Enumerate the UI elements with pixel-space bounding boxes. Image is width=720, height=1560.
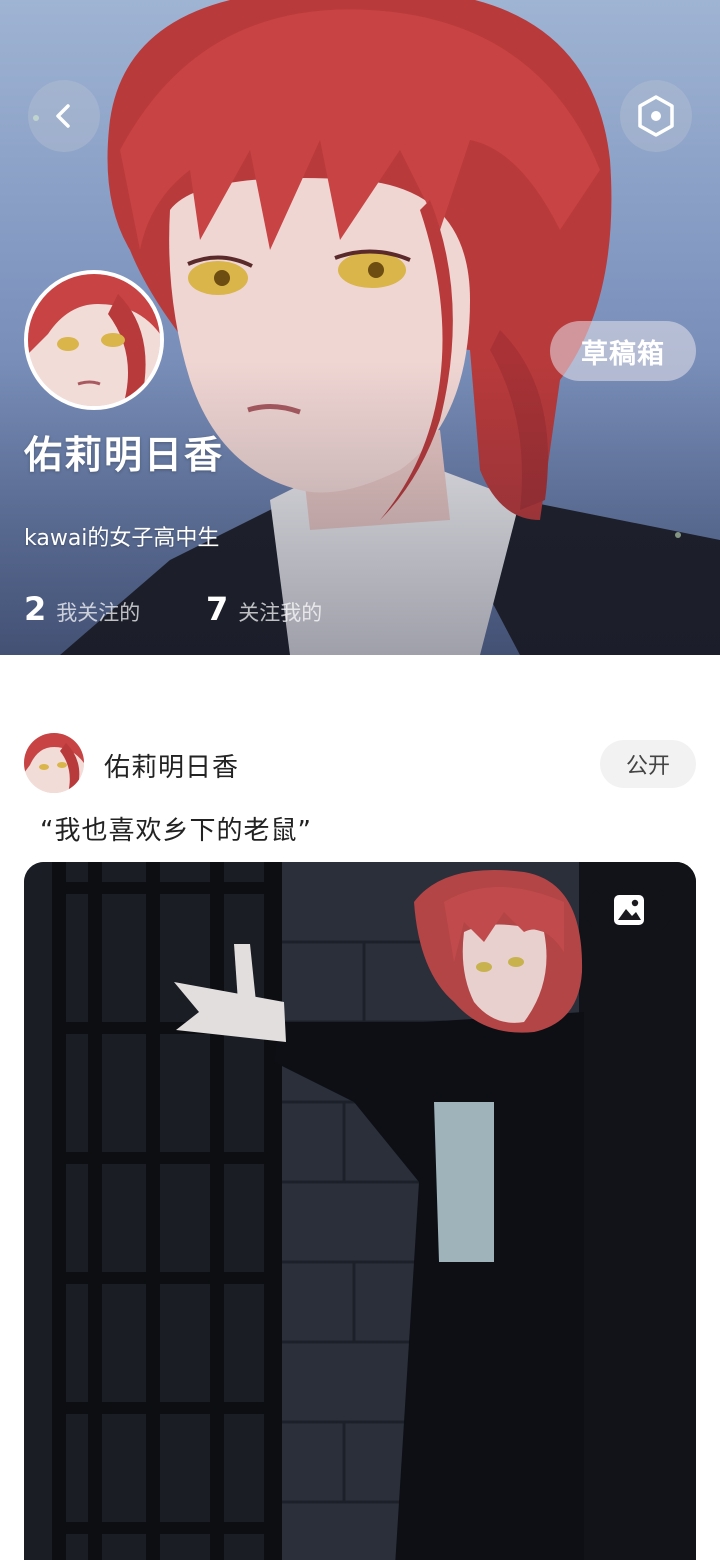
- following-stat[interactable]: 2 我关注的: [24, 590, 140, 628]
- hexagon-settings-icon: [638, 95, 674, 137]
- following-label: 我关注的: [56, 601, 141, 625]
- image-type-badge: [586, 886, 672, 934]
- post-author-avatar[interactable]: [24, 733, 84, 793]
- post-avatar-image: [24, 733, 84, 793]
- profile-cover: 草稿箱 佑莉明日香 kawai的女子高中生 2 我关注的 7 关注我的: [0, 0, 720, 655]
- profile-avatar[interactable]: [24, 270, 164, 410]
- followers-label: 关注我的: [238, 601, 323, 625]
- post-photo: [24, 862, 696, 1560]
- profile-page: 草稿箱 佑莉明日香 kawai的女子高中生 2 我关注的 7 关注我的 佑莉明日…: [0, 0, 720, 1560]
- back-button[interactable]: [28, 80, 100, 152]
- image-icon: [614, 895, 644, 925]
- post-image[interactable]: [24, 862, 696, 1560]
- chevron-left-icon: [56, 104, 70, 128]
- followers-count: 7: [206, 590, 229, 628]
- post-author-name[interactable]: 佑莉明日香: [104, 747, 239, 784]
- following-count: 2: [24, 590, 47, 628]
- post-text: “我也喜欢乡下的老鼠”: [40, 816, 312, 846]
- followers-stat[interactable]: 7 关注我的: [206, 590, 322, 628]
- drafts-button[interactable]: 草稿箱: [550, 321, 696, 381]
- visibility-badge[interactable]: 公开: [600, 740, 696, 788]
- avatar-image: [28, 274, 160, 406]
- profile-name: 佑莉明日香: [24, 433, 225, 477]
- settings-button[interactable]: [620, 80, 692, 152]
- profile-bio: kawai的女子高中生: [24, 526, 220, 551]
